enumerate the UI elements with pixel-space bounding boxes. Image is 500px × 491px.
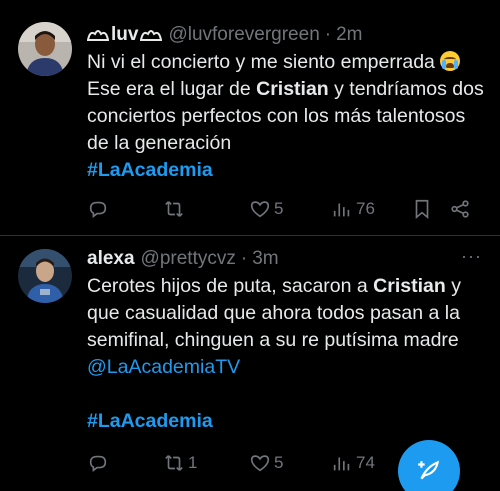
reply-icon bbox=[89, 455, 107, 472]
separator-dot: · bbox=[240, 248, 248, 269]
separator-dot: · bbox=[324, 24, 332, 45]
share-icon bbox=[451, 200, 469, 218]
bookmark-button[interactable] bbox=[411, 198, 433, 220]
tweet[interactable]: luv @luvforevergreen · 2m Ni vi el conci… bbox=[0, 0, 500, 236]
share-button[interactable] bbox=[449, 198, 471, 220]
views-icon bbox=[333, 203, 350, 217]
tweet-text: Ni vi el concierto y me siento emperrada… bbox=[87, 51, 484, 181]
handle[interactable]: @prettycvz bbox=[141, 248, 236, 270]
reply-button[interactable] bbox=[87, 198, 109, 220]
like-button[interactable]: 5 bbox=[249, 198, 283, 220]
handle[interactable]: @luvforevergreen bbox=[168, 24, 319, 46]
hashtag-link[interactable]: #LaAcademia bbox=[87, 159, 213, 181]
tweet-text: Cerotes hijos de puta, sacaron a Cristia… bbox=[87, 275, 461, 432]
reply-icon bbox=[89, 201, 107, 218]
mention-link[interactable]: @LaAcademiaTV bbox=[87, 356, 240, 378]
crying-face-emoji bbox=[440, 51, 461, 71]
more-options-button[interactable]: ··· bbox=[461, 246, 482, 267]
timestamp[interactable]: 2m bbox=[336, 24, 362, 46]
avatar[interactable] bbox=[18, 22, 72, 76]
retweet-icon bbox=[165, 201, 183, 217]
heart-icon bbox=[250, 455, 270, 472]
compose-icon bbox=[418, 460, 440, 480]
reply-button[interactable] bbox=[87, 452, 109, 474]
timestamp[interactable]: 3m bbox=[252, 248, 278, 270]
like-button[interactable]: 5 bbox=[249, 452, 283, 474]
display-name[interactable]: alexa bbox=[87, 248, 135, 270]
views-icon bbox=[333, 457, 350, 471]
display-name[interactable]: luv bbox=[87, 24, 163, 46]
retweet-button[interactable]: 1 bbox=[163, 452, 197, 474]
retweet-icon bbox=[165, 455, 183, 471]
views-button[interactable]: 74 bbox=[331, 452, 375, 474]
heart-icon bbox=[250, 201, 270, 218]
crown-icon bbox=[87, 30, 109, 41]
hashtag-link[interactable]: #LaAcademia bbox=[87, 410, 213, 432]
retweet-button[interactable] bbox=[163, 198, 188, 220]
crown-icon bbox=[140, 30, 163, 41]
bookmark-icon bbox=[415, 199, 429, 220]
action-bar: 5 76 bbox=[87, 198, 482, 222]
views-button[interactable]: 76 bbox=[331, 198, 375, 220]
avatar[interactable] bbox=[18, 249, 72, 303]
